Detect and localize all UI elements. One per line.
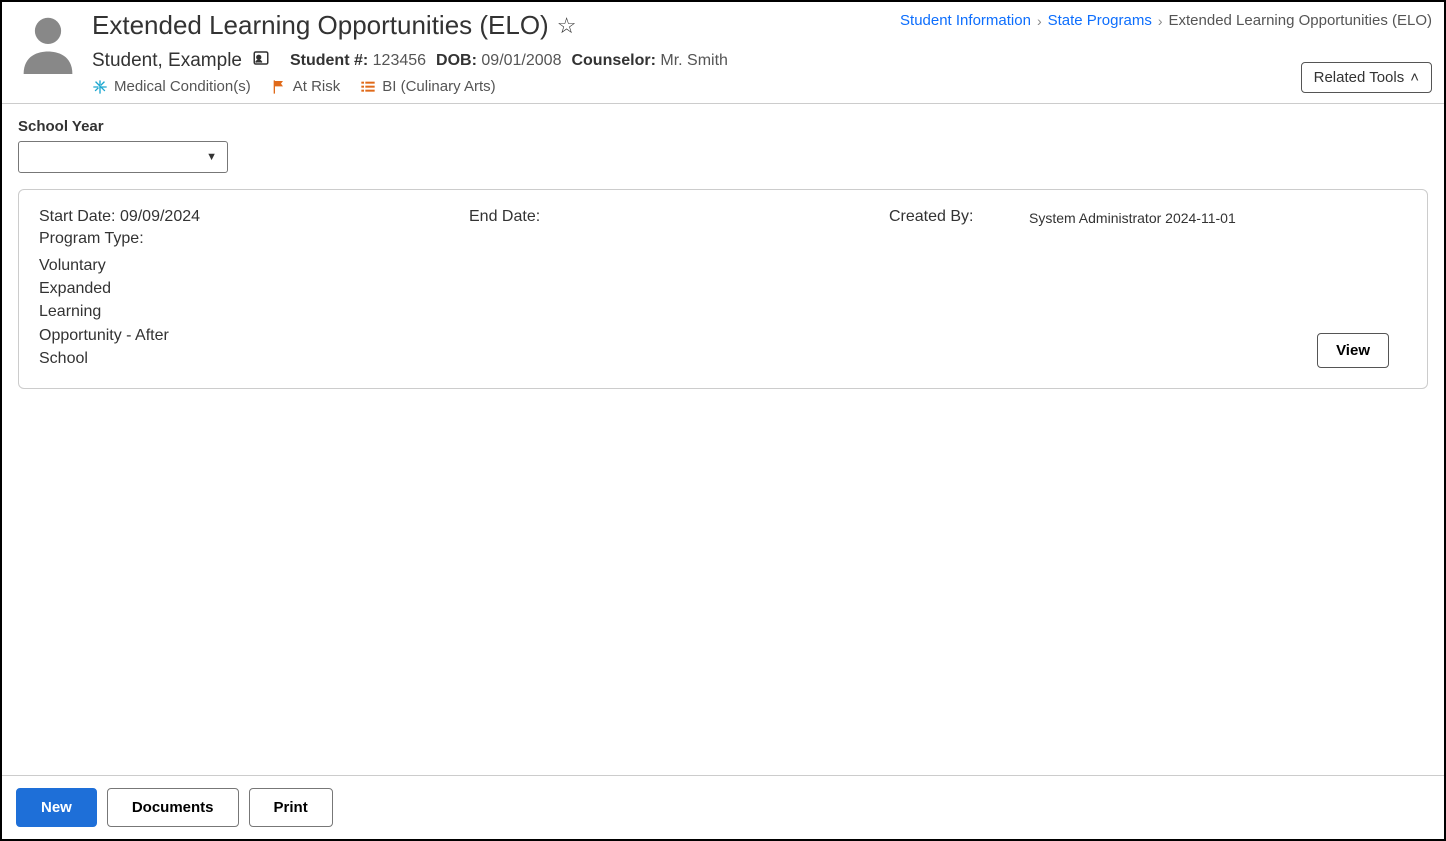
student-number-value: 123456	[373, 52, 426, 69]
start-date-value: 09/09/2024	[120, 208, 200, 225]
end-date-label: End Date:	[469, 208, 540, 225]
print-button[interactable]: Print	[249, 788, 333, 827]
start-date-label: Start Date:	[39, 208, 115, 225]
flag-at-risk-label: At Risk	[293, 78, 341, 95]
related-tools-button[interactable]: Related Tools ˄	[1301, 62, 1432, 93]
flag-bi[interactable]: BI (Culinary Arts)	[360, 78, 495, 95]
favorite-star-icon[interactable]: ☆	[557, 13, 577, 39]
program-type-label: Program Type:	[39, 230, 144, 247]
footer-toolbar: New Documents Print	[2, 775, 1444, 839]
created-by-value: System Administrator 2024-11-01	[1029, 208, 1407, 226]
breadcrumb-current: Extended Learning Opportunities (ELO)	[1169, 12, 1433, 29]
contact-card-icon[interactable]	[252, 49, 270, 72]
flag-medical[interactable]: Medical Condition(s)	[92, 78, 251, 95]
list-icon	[360, 79, 376, 95]
dob-value: 09/01/2008	[481, 52, 561, 69]
counselor-value: Mr. Smith	[660, 52, 728, 69]
breadcrumb-link-student-info[interactable]: Student Information	[900, 12, 1031, 29]
filter-bar: School Year	[2, 104, 1444, 183]
chevron-right-icon: ›	[1037, 13, 1042, 29]
flag-medical-label: Medical Condition(s)	[114, 78, 251, 95]
school-year-label: School Year	[18, 118, 1428, 135]
breadcrumb: Student Information › State Programs › E…	[900, 12, 1432, 29]
avatar	[16, 10, 80, 74]
new-button[interactable]: New	[16, 788, 97, 827]
asterisk-icon	[92, 79, 108, 95]
dob-label: DOB:	[436, 52, 477, 69]
related-tools-label: Related Tools	[1314, 69, 1405, 86]
school-year-select[interactable]	[18, 141, 228, 173]
student-number-label: Student #:	[290, 52, 368, 69]
documents-button[interactable]: Documents	[107, 788, 239, 827]
flag-at-risk[interactable]: At Risk	[271, 78, 341, 95]
chevron-up-icon: ˄	[1410, 69, 1419, 86]
page-title: Extended Learning Opportunities (ELO)	[92, 10, 549, 41]
record-card: Start Date: 09/09/2024 Program Type: Vol…	[18, 189, 1428, 389]
created-by-label: Created By:	[889, 208, 973, 225]
view-button[interactable]: View	[1317, 333, 1389, 368]
chevron-right-icon: ›	[1158, 13, 1163, 29]
program-type-value: Voluntary Expanded Learning Opportunity …	[39, 254, 169, 370]
student-name: Student, Example	[92, 50, 242, 72]
counselor-label: Counselor:	[571, 52, 655, 69]
flag-icon	[271, 79, 287, 95]
breadcrumb-link-state-programs[interactable]: State Programs	[1048, 12, 1152, 29]
flag-bi-label: BI (Culinary Arts)	[382, 78, 495, 95]
